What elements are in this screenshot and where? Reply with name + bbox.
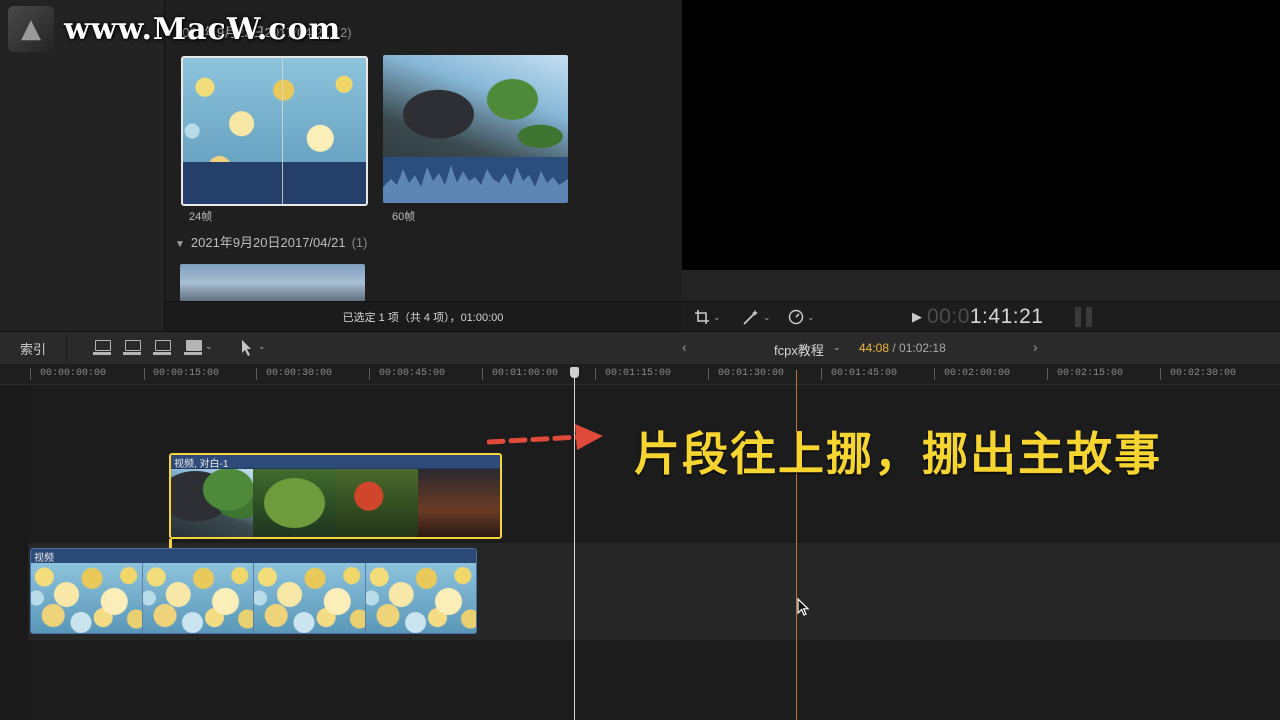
clip-duration-label: 60帧 — [392, 211, 416, 223]
audio-meter-icon — [1075, 307, 1095, 327]
group-count: (1) — [351, 235, 368, 250]
ruler-tick — [256, 368, 257, 380]
enhance-menu[interactable]: ⌄ — [742, 302, 771, 332]
clip-filmstrip — [31, 563, 476, 633]
browser-clip-thumbnail-temple[interactable] — [383, 55, 568, 203]
connected-video-clip[interactable]: 视频, 对白-1 — [169, 453, 502, 539]
crop-icon — [695, 310, 709, 324]
ruler-tick — [595, 368, 596, 380]
ruler-label: 00:01:00:00 — [492, 368, 559, 379]
viewer-canvas[interactable] — [682, 0, 1280, 270]
watermark-text: www.MacW.com — [64, 11, 342, 47]
browser-group-header[interactable]: ▼ 2021年9月20日2017/04/21 (1) — [175, 232, 367, 251]
primary-video-clip[interactable]: 视频 — [30, 548, 477, 634]
watermark-logo-icon: ▲ — [8, 6, 54, 52]
ruler-tick — [708, 368, 709, 380]
transform-menu[interactable]: ⌄ — [694, 302, 721, 332]
ruler-tick — [934, 368, 935, 380]
project-duration: 44:08 / 01:02:18 — [859, 341, 946, 355]
ruler-tick — [821, 368, 822, 380]
speedometer-icon — [788, 309, 804, 325]
timeline-index-button[interactable]: 索引 — [0, 332, 67, 364]
clip-title: 视频 — [31, 549, 476, 564]
chevron-down-icon: ⌄ — [763, 311, 771, 322]
clip-filmstrip — [171, 469, 500, 537]
annotation-arrow-icon — [487, 424, 603, 450]
browser-clip-thumbnail-city[interactable] — [180, 264, 365, 302]
viewer-timecode: 00:0 1:41:21 — [927, 302, 1043, 332]
timecode-value: 1:41:21 — [969, 305, 1044, 328]
select-tool-icon[interactable] — [240, 339, 254, 357]
speed-menu[interactable]: ⌄ — [788, 302, 815, 332]
ruler-label: 00:01:15:00 — [605, 368, 672, 379]
mouse-cursor-icon — [797, 598, 810, 616]
play-button[interactable]: ▶ — [912, 302, 922, 332]
chevron-down-icon[interactable]: ⌄ — [833, 342, 841, 353]
clip-title: 视频, 对白-1 — [171, 455, 500, 470]
overwrite-clip-icon[interactable] — [183, 338, 203, 358]
project-name[interactable]: fcpx教程 — [774, 340, 824, 359]
ruler-label: 00:01:30:00 — [718, 368, 785, 379]
ruler-tick — [369, 368, 370, 380]
ruler-label: 00:00:30:00 — [266, 368, 333, 379]
browser-status-bar: 已选定 1 项（共 4 项），01:00:00 — [165, 301, 681, 332]
chevron-down-icon: ⌄ — [713, 311, 721, 322]
chevron-down-icon[interactable]: ⌄ — [205, 341, 213, 352]
insert-clip-icon[interactable] — [122, 338, 142, 358]
annotation-caption: 片段往上挪，挪出主故事 — [634, 427, 1162, 481]
ruler-tick — [30, 368, 31, 380]
connection-pin — [169, 539, 172, 548]
ruler-label: 00:02:00:00 — [944, 368, 1011, 379]
timecode-dim-part: 00:0 — [927, 305, 970, 328]
ruler-label: 00:02:30:00 — [1170, 368, 1237, 379]
timeline-forward-button[interactable]: › — [1033, 339, 1038, 355]
timeline-gutter — [0, 385, 28, 720]
clip-duration-label: 24帧 — [189, 211, 213, 223]
ruler-label: 00:00:00:00 — [40, 368, 107, 379]
group-label: 2021年9月20日2017/04/21 — [190, 235, 346, 250]
chevron-down-icon[interactable]: ⌄ — [258, 341, 266, 352]
timeline-toolbar: 索引 ⌄ ⌄ ‹ fcpx教程 ⌄ 44:08 / 01:02:18 › — [0, 331, 1280, 365]
watermark: ▲ www.MacW.com — [8, 6, 341, 52]
ruler-label: 00:01:45:00 — [831, 368, 898, 379]
audio-waveform — [183, 162, 366, 204]
chevron-down-icon: ⌄ — [807, 311, 815, 322]
append-clip-icon[interactable] — [152, 338, 172, 358]
magic-wand-icon — [743, 310, 758, 325]
browser-clip-thumbnail-flowers[interactable] — [181, 56, 368, 206]
audio-waveform — [383, 157, 568, 203]
playhead-handle[interactable] — [570, 367, 579, 378]
disclosure-triangle-icon[interactable]: ▼ — [175, 239, 185, 250]
total-time: / 01:02:18 — [892, 341, 946, 355]
ruler-label: 00:00:15:00 — [153, 368, 220, 379]
connect-clip-icon[interactable] — [92, 338, 112, 358]
ruler-label: 00:00:45:00 — [379, 368, 446, 379]
timeline-ruler[interactable]: 00:00:00:00 00:00:15:00 00:00:30:00 00:0… — [0, 364, 1280, 385]
current-time: 44:08 — [859, 341, 890, 355]
ruler-tick — [1047, 368, 1048, 380]
viewer-bottom-bar — [682, 270, 1280, 301]
browser-skimmer — [282, 58, 283, 204]
ruler-tick — [1160, 368, 1161, 380]
ruler-tick — [482, 368, 483, 380]
ruler-label: 00:02:15:00 — [1057, 368, 1124, 379]
viewer-controls: ⌄ ⌄ ⌄ ▶ 00:0 1:41:21 — [682, 301, 1280, 332]
timeline-back-button[interactable]: ‹ — [682, 339, 687, 355]
ruler-tick — [144, 368, 145, 380]
